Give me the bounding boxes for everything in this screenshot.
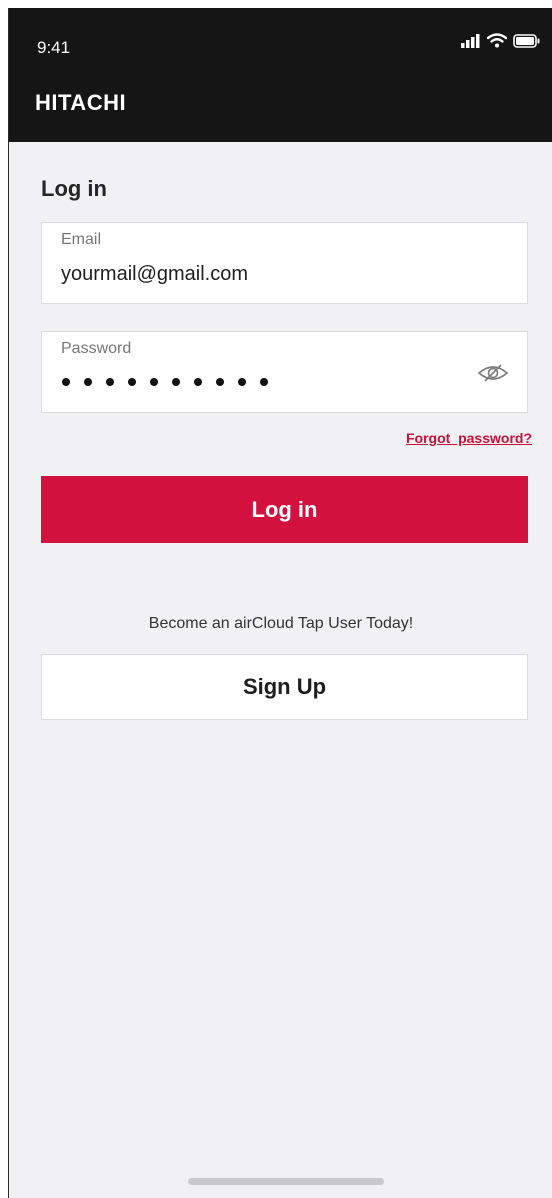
password-mask-dot <box>238 378 246 386</box>
battery-icon <box>513 33 541 53</box>
password-mask-dot <box>62 378 70 386</box>
password-mask-dot <box>194 378 202 386</box>
signup-button[interactable]: Sign Up <box>41 654 528 720</box>
signal-icon <box>461 33 481 53</box>
password-label: Password <box>61 340 132 357</box>
eye-slash-icon[interactable] <box>477 363 509 383</box>
brand-logo: HITACHI <box>35 90 127 115</box>
page-title: Log in <box>41 176 107 201</box>
password-field[interactable]: Password <box>41 331 528 413</box>
password-mask-dot <box>84 378 92 386</box>
password-mask-dot <box>106 378 114 386</box>
email-value[interactable]: yourmail@gmail.com <box>61 263 248 286</box>
home-indicator <box>188 1178 384 1185</box>
wifi-icon <box>486 33 508 53</box>
app-screen: 9:41 HITACHI Log in Email yourmail@gmail… <box>8 8 552 1198</box>
login-button[interactable]: Log in <box>41 476 528 543</box>
password-mask-dot <box>150 378 158 386</box>
password-mask-dot <box>172 378 180 386</box>
email-field[interactable]: Email yourmail@gmail.com <box>41 222 528 304</box>
login-button-label: Log in <box>251 496 318 522</box>
top-bar: 9:41 HITACHI <box>9 8 552 142</box>
status-time: 9:41 <box>37 38 71 57</box>
signup-promo-text: Become an airCloud Tap User Today! <box>148 615 414 632</box>
status-icons <box>461 33 541 53</box>
email-label: Email <box>61 231 102 248</box>
password-mask-dot <box>260 378 268 386</box>
password-mask-dot <box>216 378 224 386</box>
signup-button-label: Sign Up <box>242 674 327 699</box>
password-mask-dot <box>128 378 136 386</box>
forgot-password-link[interactable]: Forgot password? <box>406 430 532 446</box>
password-masked-value[interactable] <box>62 378 268 386</box>
